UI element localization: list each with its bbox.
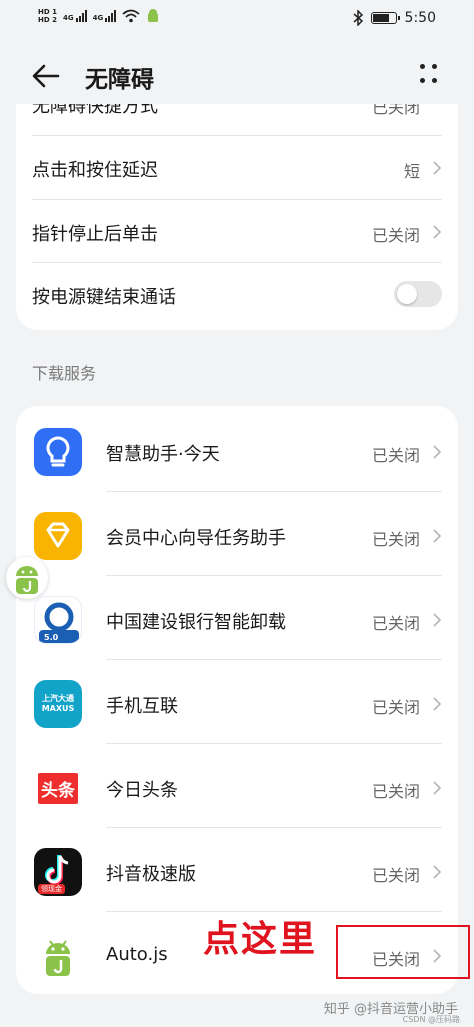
service-label: 手机互联: [106, 696, 178, 717]
section-header-downloaded-services: 下载服务: [32, 364, 97, 383]
chevron-right-icon: [433, 613, 442, 627]
row-label: 指针停止后单击: [32, 224, 158, 245]
signal-icon-2: 4G: [93, 10, 117, 22]
page-title: 无障碍: [85, 67, 154, 93]
service-row-member-center[interactable]: 会员中心向导任务助手 已关闭: [16, 492, 458, 576]
service-status: 已关闭: [371, 614, 420, 633]
clock: 5:50: [404, 10, 436, 26]
svg-text:5.0: 5.0: [44, 633, 59, 642]
bluetooth-icon: [353, 10, 363, 26]
service-status: 已关闭: [371, 446, 420, 465]
android-notification-icon: [148, 9, 159, 22]
row-value: 已关闭: [371, 104, 420, 117]
toutiao-icon-text: 头条: [38, 772, 78, 804]
service-label: 抖音极速版: [106, 864, 196, 885]
network1-label: 4G: [62, 14, 74, 22]
service-status: 已关闭: [371, 530, 420, 549]
service-row-smart-assistant[interactable]: 智慧助手·今天 已关闭: [16, 408, 458, 492]
service-row-toutiao[interactable]: 头条 今日头条 已关闭: [16, 744, 458, 828]
power-end-call-toggle[interactable]: [394, 281, 442, 307]
chevron-right-icon: [433, 781, 442, 795]
battery-icon: [370, 12, 400, 24]
settings-row-power-end-call: 按电源键结束通话: [16, 263, 458, 326]
douyin-icon-badge: 领现金: [38, 884, 65, 894]
row-value: 短: [403, 162, 420, 181]
maxus-icon: 上汽大通 MAXUS: [34, 680, 82, 728]
service-row-ccb[interactable]: 5.0 中国建设银行智能卸载 已关闭: [16, 576, 458, 660]
chevron-right-icon: [433, 445, 442, 459]
row-label: 按电源键结束通话: [32, 287, 176, 308]
service-row-phone-link[interactable]: 上汽大通 MAXUS 手机互联 已关闭: [16, 660, 458, 744]
service-row-douyin-lite[interactable]: 领现金 抖音极速版 已关闭: [16, 828, 458, 912]
service-status: 已关闭: [371, 698, 420, 717]
floating-android-icon[interactable]: [6, 557, 48, 599]
maxus-icon-text: 上汽大通 MAXUS: [41, 694, 75, 713]
chevron-right-icon: [433, 161, 442, 175]
wifi-icon: [122, 9, 140, 23]
chevron-right-icon: [433, 865, 442, 879]
service-status: 已关闭: [371, 866, 420, 885]
lightbulb-icon: [34, 428, 82, 476]
sim-indicator: HD 1 HD 2: [38, 8, 57, 24]
app-bar: 无障碍: [0, 46, 474, 104]
network2-label: 4G: [92, 14, 104, 22]
services-card: 智慧助手·今天 已关闭 会员中心向导任务助手 已关闭 5.0 中国建设银行智能卸…: [16, 406, 458, 994]
settings-row-shortcut[interactable]: 无障碍快捷方式 已关闭: [16, 104, 458, 124]
chevron-right-icon: [433, 529, 442, 543]
sim1-label: HD 1: [38, 8, 57, 16]
android-icon: [34, 932, 82, 980]
row-value: 已关闭: [371, 226, 420, 245]
signal-icon: 4G: [63, 10, 87, 22]
service-label: 会员中心向导任务助手: [106, 528, 286, 549]
service-label: 中国建设银行智能卸载: [106, 612, 286, 633]
annotation-text: 点这里: [203, 919, 318, 960]
watermark-sub: CSDN @压码路: [402, 1015, 460, 1024]
service-label: 今日头条: [106, 780, 178, 801]
service-status: 已关闭: [371, 782, 420, 801]
service-label: Auto.js: [106, 944, 168, 965]
settings-row-dwell-click[interactable]: 指针停止后单击 已关闭: [16, 200, 458, 263]
annotation-highlight-box: [336, 925, 470, 979]
diamond-icon: [34, 512, 82, 560]
more-options-icon[interactable]: [420, 60, 444, 88]
row-label: 无障碍快捷方式: [32, 104, 158, 117]
settings-row-tap-delay[interactable]: 点击和按住延迟 短: [16, 136, 458, 199]
toutiao-icon: 头条: [34, 764, 82, 812]
chevron-right-icon: [433, 225, 442, 239]
row-label: 点击和按住延迟: [32, 160, 158, 181]
chevron-right-icon: [433, 697, 442, 711]
sim2-label: HD 2: [38, 16, 57, 24]
service-label: 智慧助手·今天: [106, 444, 220, 465]
douyin-icon: 领现金: [34, 848, 82, 896]
back-arrow-icon[interactable]: [30, 60, 62, 92]
ccb-icon: 5.0: [34, 596, 82, 644]
status-bar: HD 1 HD 2 4G 4G 5:50: [0, 0, 474, 40]
settings-card: 无障碍快捷方式 已关闭 点击和按住延迟 短 指针停止后单击 已关闭 按电源键结束…: [16, 104, 458, 330]
